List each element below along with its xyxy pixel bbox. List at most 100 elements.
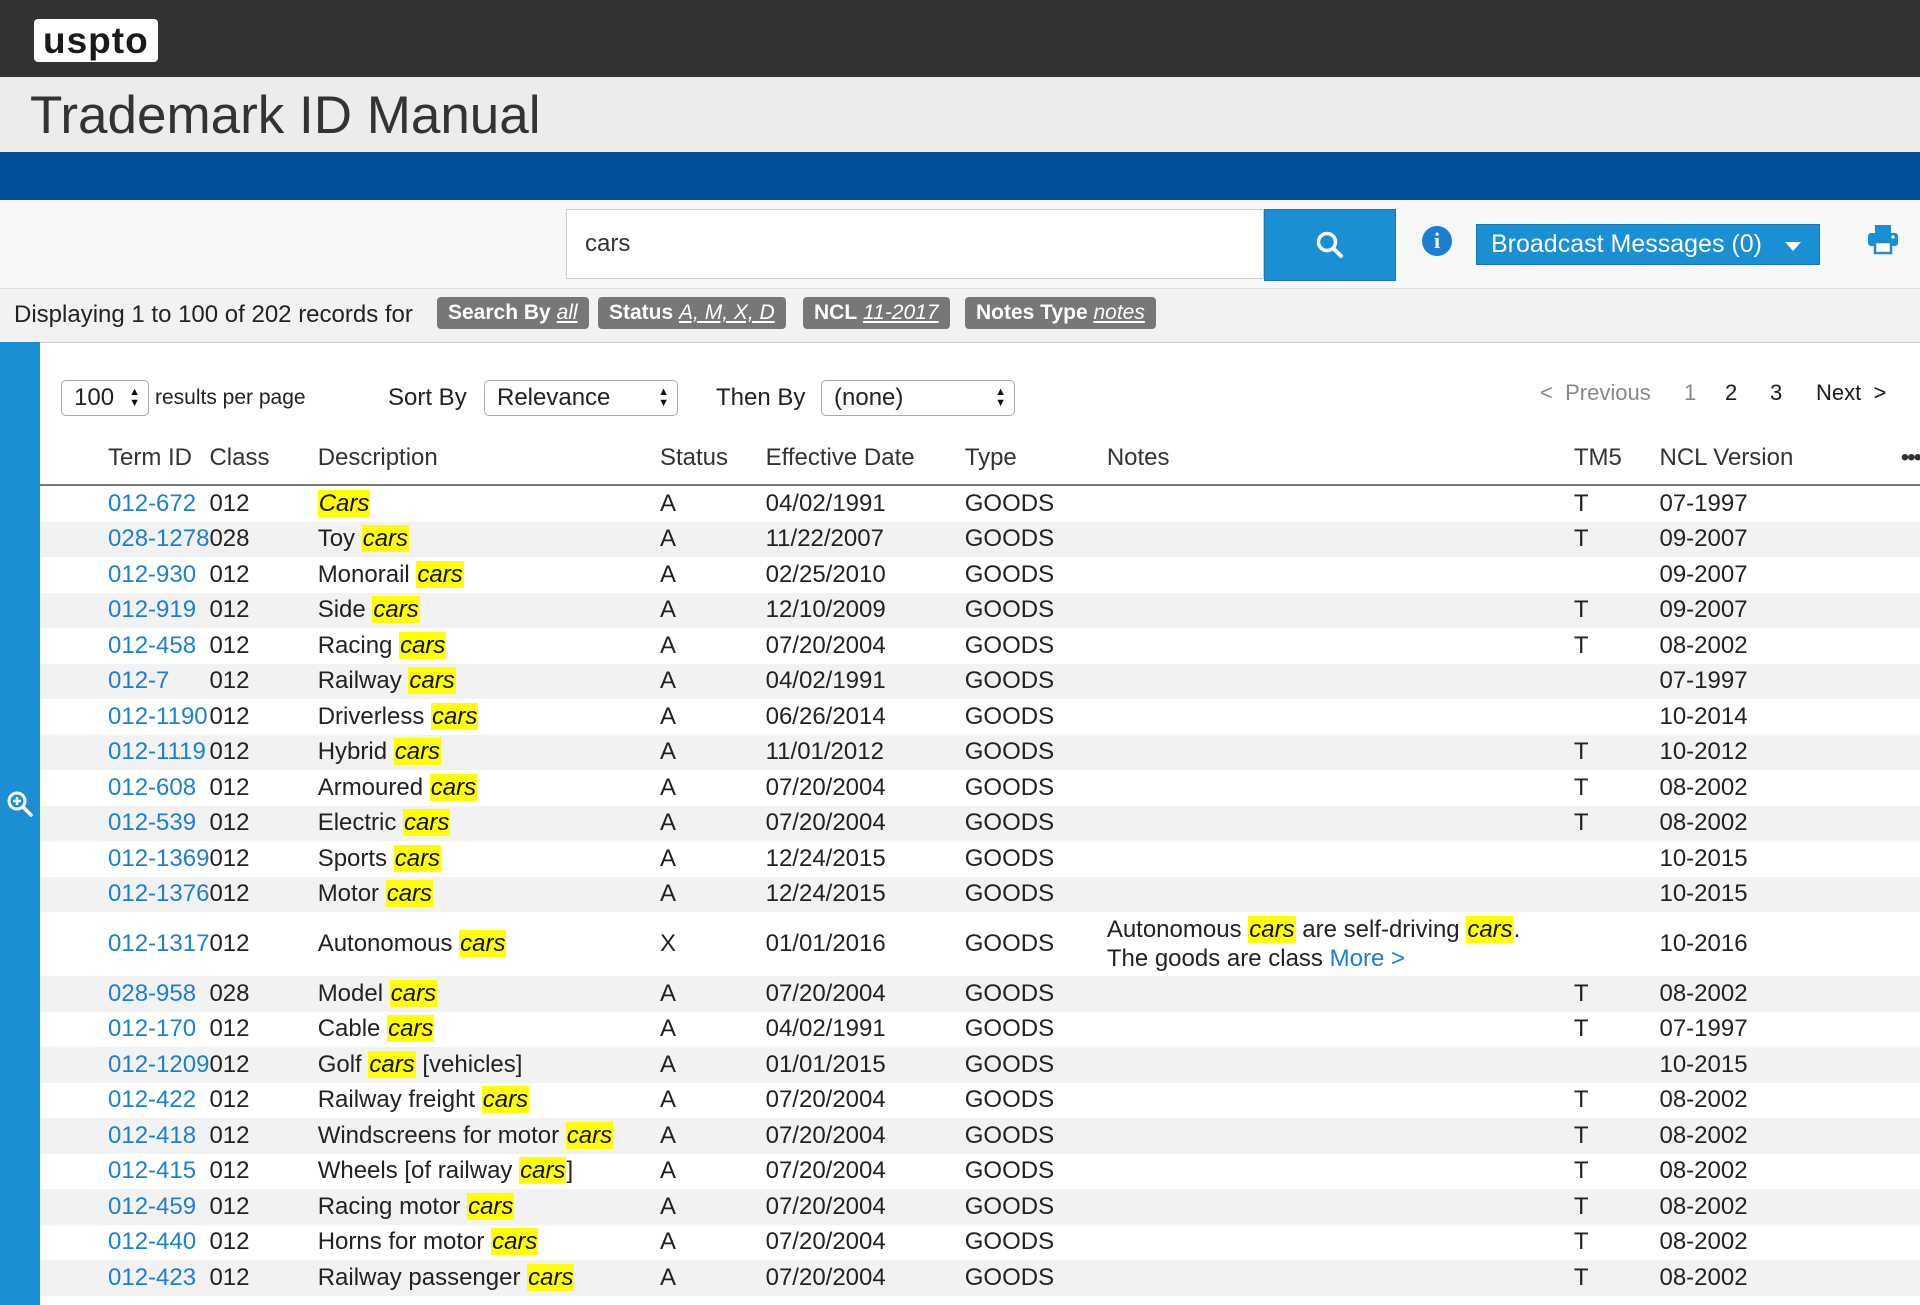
tm5-cell — [1574, 877, 1660, 913]
description-cell: Windscreens for motor cars — [317, 1121, 614, 1149]
tm5-cell: T — [1573, 1086, 1589, 1114]
search-highlight: cars — [565, 1121, 614, 1149]
ncl-version-cell: 08-2002 — [1659, 631, 1748, 659]
term-id-link[interactable]: 012-7 — [108, 667, 169, 694]
tm5-cell — [1574, 1047, 1660, 1083]
term-id-link[interactable]: 012-422 — [108, 1086, 196, 1113]
description-cell: Side cars — [317, 596, 420, 624]
column-header-effective-date[interactable]: Effective Date — [765, 432, 965, 486]
ncl-version-cell: 08-2002 — [1659, 979, 1748, 1007]
column-header-status[interactable]: Status — [659, 432, 766, 486]
term-id-link[interactable]: 012-672 — [108, 490, 196, 517]
next-page-link[interactable]: Next > — [1816, 380, 1886, 406]
term-id-link[interactable]: 012-930 — [108, 561, 196, 588]
class-cell: 012 — [209, 560, 250, 588]
type-cell: GOODS — [964, 1050, 1055, 1078]
term-id-link[interactable]: 012-1317 — [108, 930, 209, 957]
effective-date-cell: 01/01/2015 — [765, 1050, 886, 1078]
search-input[interactable] — [566, 209, 1264, 279]
effective-date-cell: 07/20/2004 — [765, 1157, 886, 1185]
row-actions-cell — [1842, 664, 1920, 700]
page-link-1[interactable]: 1 — [1684, 380, 1696, 406]
term-id-link[interactable]: 012-458 — [108, 632, 196, 659]
effective-date-cell: 01/01/2016 — [765, 930, 886, 957]
broadcast-messages-button[interactable]: Broadcast Messages (0) — [1476, 224, 1820, 265]
term-id-link[interactable]: 012-459 — [108, 1193, 196, 1220]
term-id-link[interactable]: 012-418 — [108, 1122, 196, 1149]
term-id-link[interactable]: 012-170 — [108, 1015, 196, 1042]
class-cell: 012 — [209, 1263, 250, 1291]
table-row: 012-440 012 Horns for motor cars A 07/20/200… — [40, 1225, 1920, 1261]
notes-more-link[interactable]: More > — [1330, 945, 1405, 972]
title-bar: Trademark ID Manual — [0, 77, 1920, 152]
term-id-link[interactable]: 028-1278 — [108, 525, 209, 552]
sort-by-select[interactable]: Relevance ▲ ▼ — [484, 380, 678, 416]
side-panel-toggle[interactable] — [0, 342, 40, 1305]
then-by-select[interactable]: (none) ▲ ▼ — [821, 380, 1015, 416]
ncl-version-cell: 10-2015 — [1659, 844, 1748, 872]
per-page-label: results per page — [155, 386, 306, 409]
row-actions-cell — [1842, 1083, 1920, 1119]
effective-date-cell: 11/01/2012 — [765, 738, 884, 766]
row-actions-cell — [1842, 628, 1920, 664]
term-id-link[interactable]: 012-440 — [108, 1228, 196, 1255]
term-id-link[interactable]: 012-1376 — [108, 880, 209, 907]
row-actions-cell — [1842, 593, 1920, 629]
column-header-notes[interactable]: Notes — [1106, 432, 1574, 486]
zoom-in-icon[interactable] — [6, 790, 34, 818]
search-highlight: cars — [399, 631, 447, 659]
search-button[interactable] — [1264, 209, 1396, 281]
column-header-description[interactable]: Description — [317, 432, 660, 486]
page-link-3[interactable]: 3 — [1770, 380, 1782, 406]
column-header-tm5[interactable]: TM5 — [1573, 432, 1660, 486]
column-header-type[interactable]: Type — [964, 432, 1107, 486]
description-cell: Electric cars — [317, 809, 451, 837]
filter-chip-ncl[interactable]: NCL 11-2017 — [803, 297, 950, 329]
column-header-class[interactable]: Class — [209, 432, 318, 486]
search-summary-bar: Displaying 1 to 100 of 202 records for S… — [0, 288, 1920, 343]
term-id-link[interactable]: 012-1209 — [108, 1051, 209, 1078]
notes-cell — [1107, 485, 1574, 522]
term-id-link[interactable]: 012-1190 — [108, 703, 208, 730]
filter-chip-search-by[interactable]: Search By all — [437, 297, 589, 329]
tm5-cell: T — [1573, 489, 1589, 517]
status-cell: A — [659, 773, 676, 801]
column-header-term-id[interactable]: Term ID — [40, 432, 210, 486]
term-id-link[interactable]: 012-919 — [108, 596, 196, 623]
column-header-ncl-version[interactable]: NCL Version — [1659, 432, 1843, 486]
tm5-cell: T — [1573, 1192, 1589, 1220]
top-bar: uspto — [0, 0, 1920, 77]
description-cell: Railway freight cars — [317, 1086, 530, 1114]
type-cell: GOODS — [964, 1015, 1055, 1043]
table-row: 012-1190 012 Driverless cars A 06/26/2014 GOO… — [40, 699, 1920, 735]
filter-chip-status[interactable]: Status A, M, X, D — [598, 297, 786, 329]
class-cell: 012 — [209, 1121, 250, 1149]
term-id-link[interactable]: 012-539 — [108, 809, 196, 836]
previous-page-link[interactable]: < Previous — [1540, 380, 1651, 406]
term-id-link[interactable]: 028-958 — [108, 980, 196, 1007]
more-columns-icon[interactable]: ••• — [1842, 432, 1920, 486]
per-page-select[interactable]: 100 ▲ ▼ — [61, 380, 149, 416]
term-id-link[interactable]: 012-1369 — [108, 845, 209, 872]
term-id-link[interactable]: 012-423 — [108, 1264, 196, 1291]
filter-chip-notes-type[interactable]: Notes Type notes — [965, 297, 1156, 329]
tm5-cell — [1574, 912, 1660, 976]
info-icon[interactable]: i — [1422, 226, 1452, 256]
type-cell: GOODS — [964, 880, 1055, 908]
effective-date-cell: 06/26/2014 — [765, 702, 886, 730]
term-id-link[interactable]: 012-608 — [108, 774, 196, 801]
type-cell: GOODS — [964, 702, 1055, 730]
type-cell: GOODS — [964, 809, 1055, 837]
ncl-version-cell: 08-2002 — [1659, 1228, 1748, 1256]
term-id-link[interactable]: 012-1119 — [108, 738, 206, 765]
ncl-version-cell: 07-1997 — [1659, 667, 1748, 695]
uspto-logo[interactable]: uspto — [34, 19, 158, 62]
class-cell: 012 — [209, 489, 250, 517]
term-id-link[interactable]: 012-415 — [108, 1157, 196, 1184]
notes-cell — [1107, 877, 1574, 913]
class-cell: 012 — [209, 1157, 250, 1185]
page-link-2[interactable]: 2 — [1725, 380, 1737, 406]
row-actions-cell — [1842, 912, 1920, 976]
print-icon[interactable] — [1866, 222, 1900, 256]
type-cell: GOODS — [964, 773, 1055, 801]
